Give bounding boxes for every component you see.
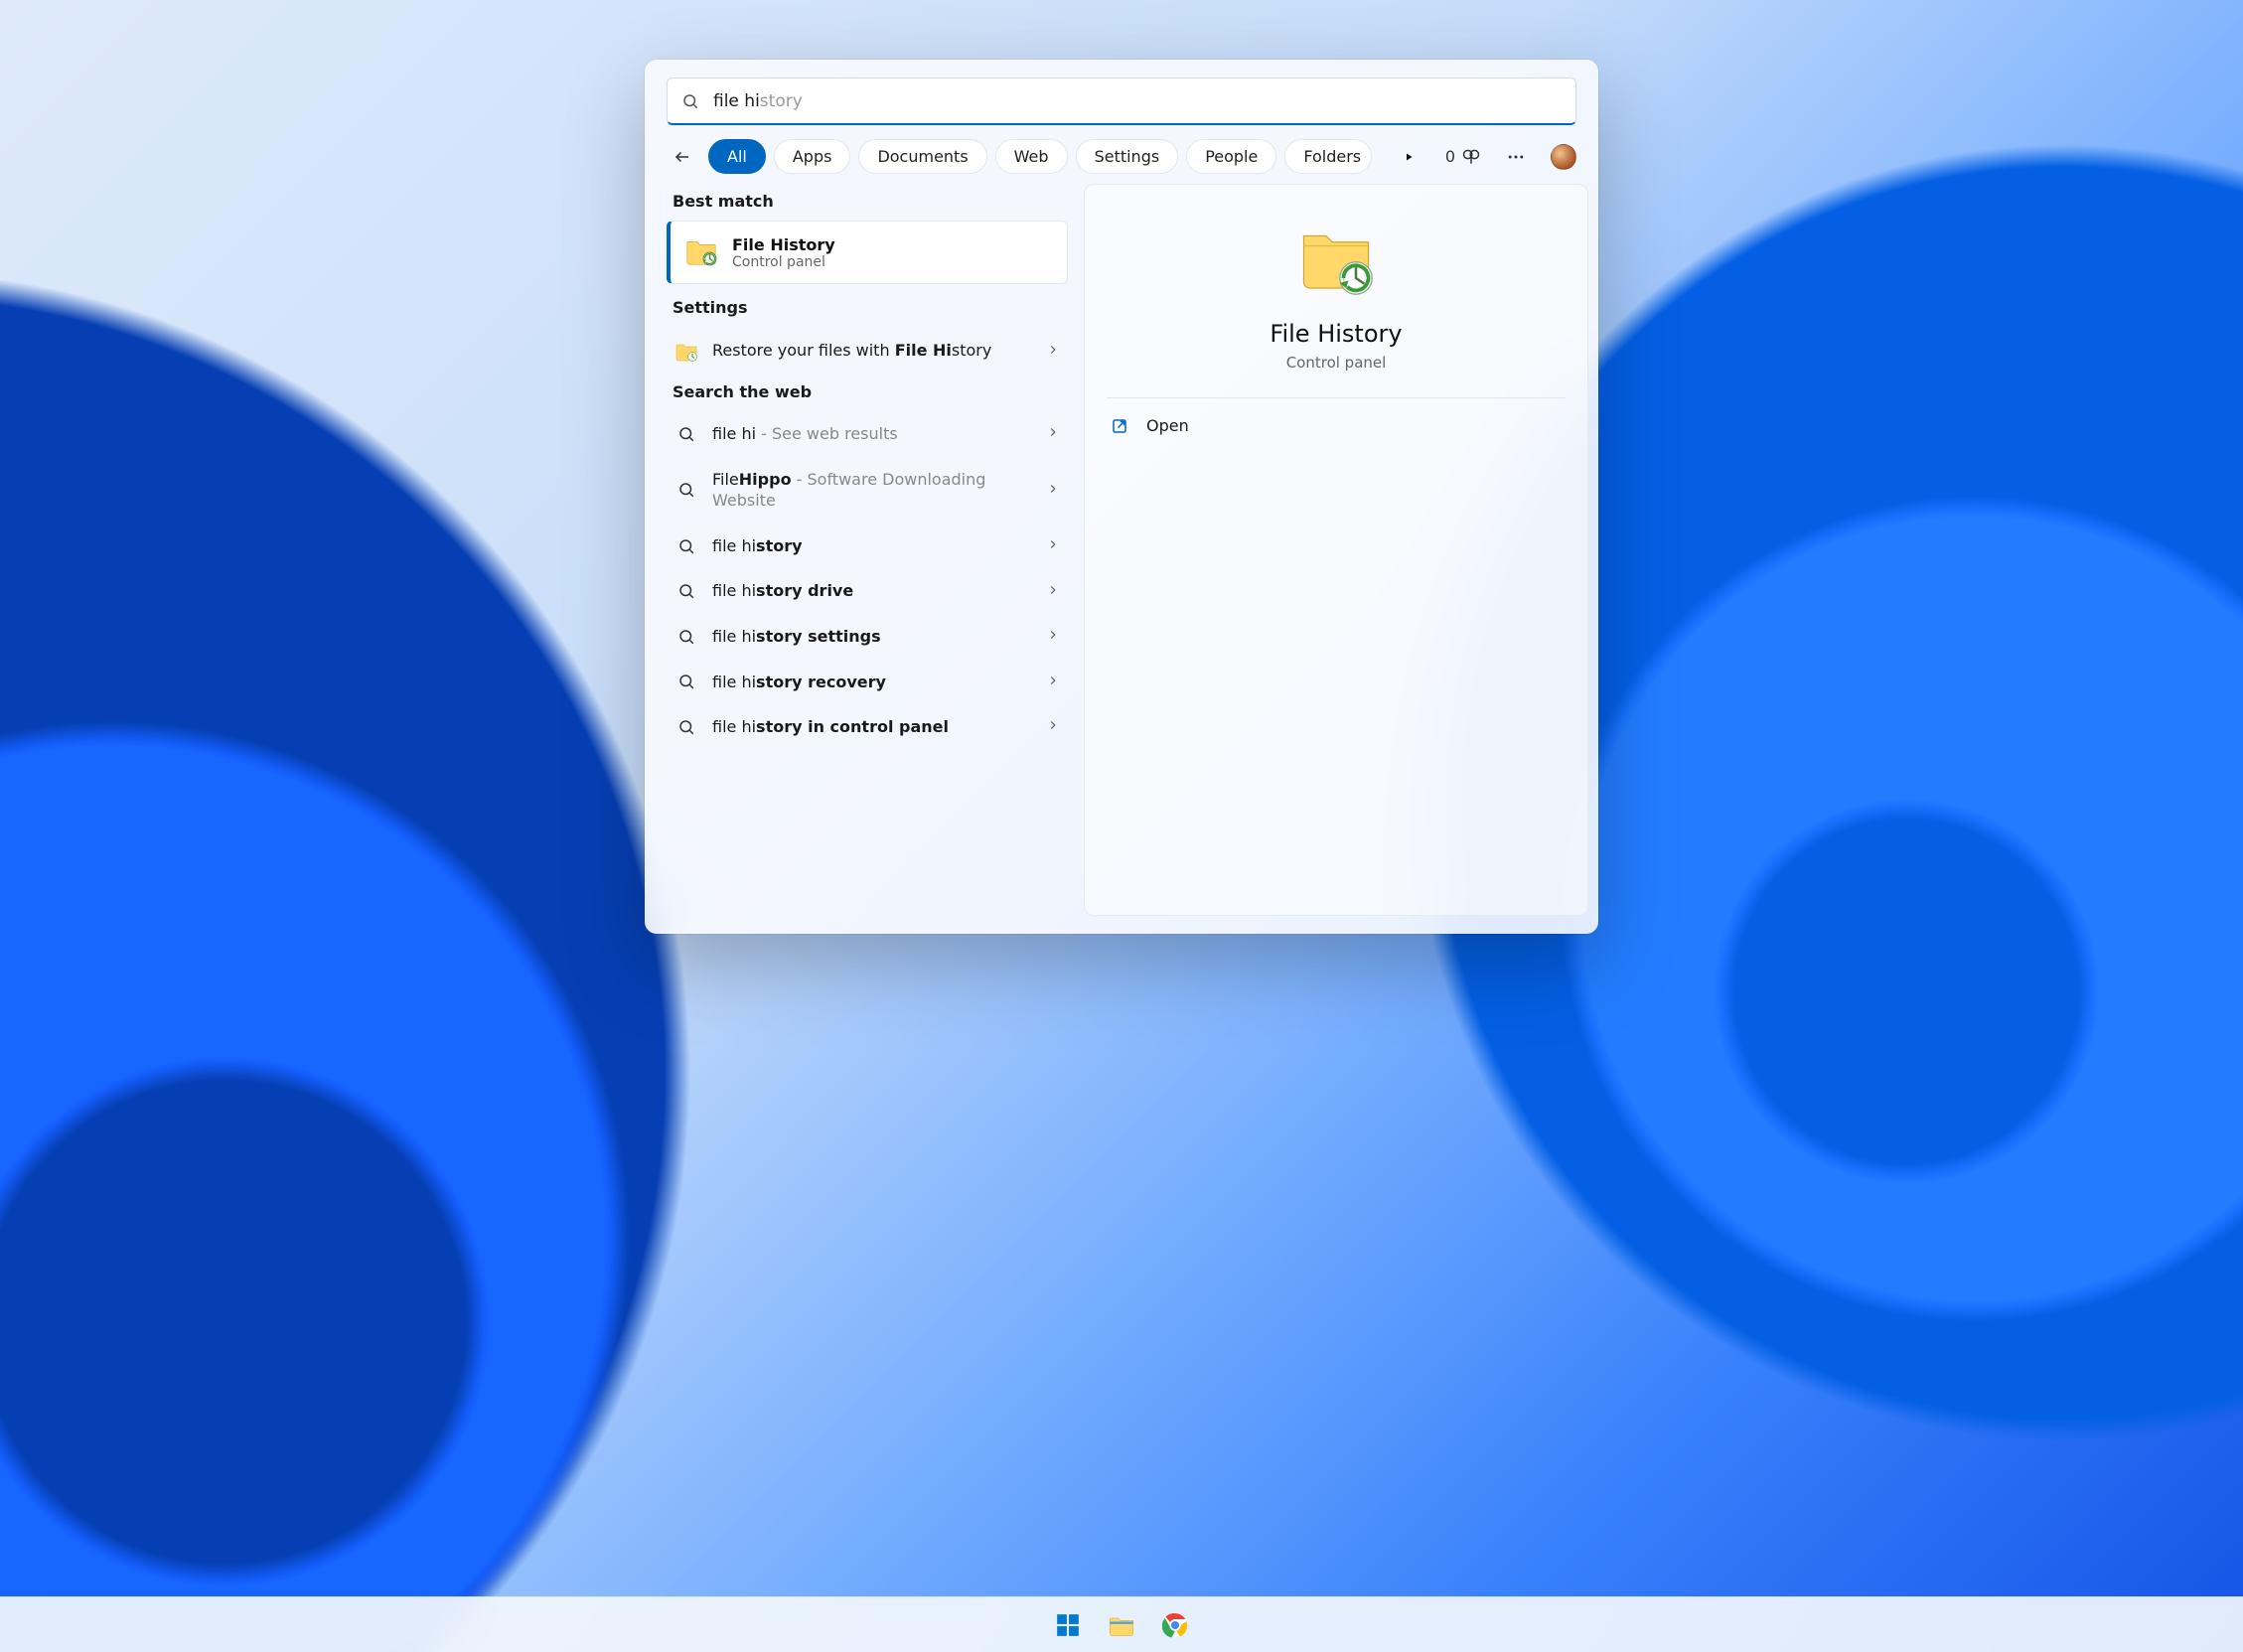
- chevron-right-icon: [1046, 425, 1060, 439]
- file-history-small-icon: [674, 339, 698, 363]
- web-result[interactable]: file history recovery: [667, 660, 1068, 705]
- triangle-right-icon: [1403, 151, 1415, 163]
- open-action[interactable]: Open: [1085, 398, 1587, 453]
- search-icon: [677, 628, 695, 646]
- section-best-match: Best match: [667, 184, 1068, 221]
- rewards-indicator[interactable]: 0: [1445, 147, 1481, 167]
- chevron-right-icon: [1046, 583, 1060, 597]
- web-result-label: file history settings: [712, 626, 1032, 648]
- filters-scroll-right[interactable]: [1394, 142, 1423, 172]
- chevron-right-icon: [1046, 342, 1060, 361]
- filter-people[interactable]: People: [1186, 139, 1276, 174]
- chevron-right-icon: [1046, 718, 1060, 732]
- rewards-icon: [1461, 147, 1481, 167]
- ellipsis-icon: [1506, 147, 1526, 167]
- filter-folders[interactable]: Folders: [1284, 139, 1372, 174]
- open-external-icon: [1111, 417, 1128, 435]
- search-icon: [681, 92, 699, 110]
- filter-web[interactable]: Web: [995, 139, 1068, 174]
- arrow-left-icon: [673, 148, 691, 166]
- preview-title: File History: [1085, 320, 1587, 348]
- web-result-label: FileHippo - Software Downloading Website: [712, 469, 1032, 512]
- section-settings: Settings: [667, 290, 1068, 327]
- web-result[interactable]: file history: [667, 524, 1068, 569]
- open-action-label: Open: [1146, 416, 1189, 435]
- web-result-label: file history in control panel: [712, 716, 1032, 738]
- search-icon: [677, 582, 695, 600]
- web-result-label: file history: [712, 535, 1032, 557]
- search-query-typed: file hi: [713, 91, 760, 111]
- web-result-label: file history drive: [712, 580, 1032, 602]
- filter-all[interactable]: All: [708, 139, 766, 174]
- more-options-button[interactable]: [1501, 142, 1531, 172]
- search-icon: [677, 718, 695, 736]
- web-result-label: file history recovery: [712, 672, 1032, 693]
- results-column: Best match File History Control panel: [667, 184, 1074, 916]
- web-result[interactable]: file history in control panel: [667, 704, 1068, 750]
- web-result[interactable]: file hi - See web results: [667, 411, 1068, 457]
- search-bar[interactable]: file hi story: [667, 77, 1576, 125]
- web-result[interactable]: FileHippo - Software Downloading Website: [667, 457, 1068, 524]
- best-match-title: File History: [732, 235, 835, 254]
- best-match-result[interactable]: File History Control panel: [667, 221, 1068, 284]
- file-history-icon: [684, 233, 718, 271]
- search-icon: [677, 481, 695, 499]
- section-search-web: Search the web: [667, 375, 1068, 411]
- web-result[interactable]: file history settings: [667, 614, 1068, 660]
- preview-pane: File History Control panel Open: [1084, 184, 1588, 916]
- chevron-right-icon: [1046, 537, 1060, 551]
- windows-logo-icon: [1055, 1612, 1081, 1638]
- best-match-subtitle: Control panel: [732, 254, 835, 270]
- filter-row: All Apps Documents Web Settings People F…: [645, 125, 1598, 184]
- start-button[interactable]: [1048, 1605, 1088, 1645]
- chrome-icon: [1162, 1612, 1188, 1638]
- preview-subtitle: Control panel: [1085, 354, 1587, 372]
- back-button[interactable]: [667, 141, 698, 173]
- preview-app-icon: [1296, 219, 1376, 302]
- search-icon: [677, 673, 695, 690]
- search-icon: [677, 537, 695, 555]
- web-result-label: file hi - See web results: [712, 423, 1032, 445]
- filter-pills: All Apps Documents Web Settings People F…: [708, 139, 1384, 174]
- settings-result[interactable]: Restore your files with File History: [667, 327, 1068, 375]
- settings-result-label: Restore your files with File History: [712, 340, 1032, 362]
- windows-search-panel: file hi story All Apps Documents Web Set…: [645, 60, 1598, 934]
- search-query-suggestion: story: [760, 91, 803, 111]
- chevron-right-icon: [1046, 674, 1060, 687]
- filter-documents[interactable]: Documents: [858, 139, 986, 174]
- filter-settings[interactable]: Settings: [1076, 139, 1179, 174]
- user-avatar[interactable]: [1551, 144, 1576, 170]
- rewards-points: 0: [1445, 147, 1455, 166]
- file-explorer-taskbar[interactable]: [1102, 1605, 1141, 1645]
- filter-apps[interactable]: Apps: [774, 139, 851, 174]
- folder-icon: [1108, 1611, 1135, 1639]
- web-result[interactable]: file history drive: [667, 568, 1068, 614]
- taskbar: [0, 1596, 2243, 1652]
- chevron-right-icon: [1046, 628, 1060, 642]
- chrome-taskbar[interactable]: [1155, 1605, 1195, 1645]
- search-icon: [677, 425, 695, 443]
- chevron-right-icon: [1046, 482, 1060, 496]
